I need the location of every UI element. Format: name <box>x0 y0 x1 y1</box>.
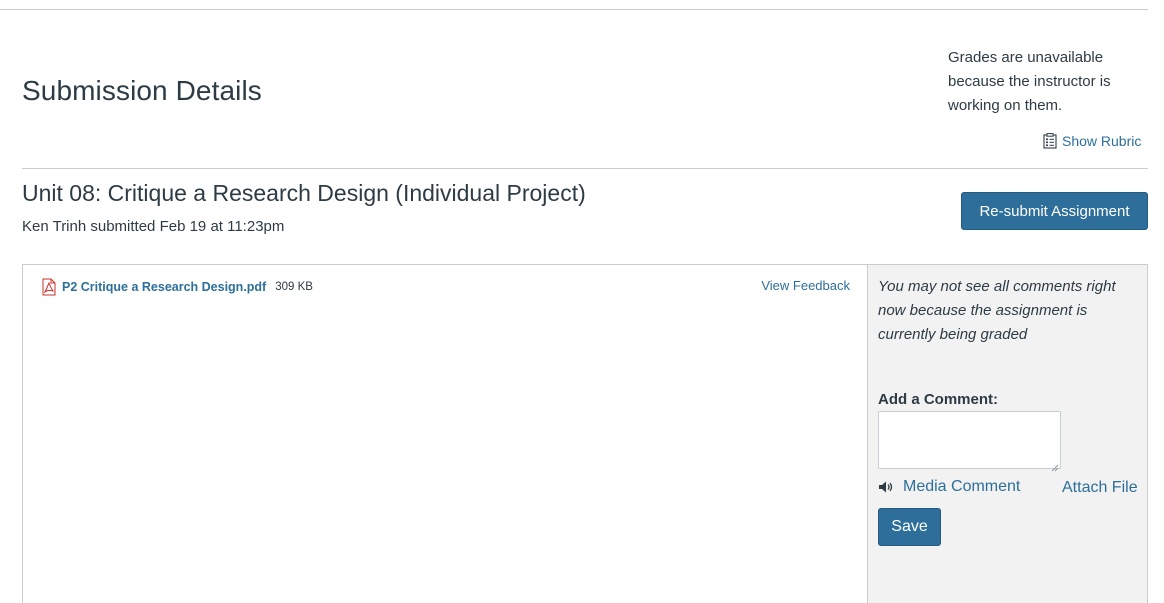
submission-info: Ken Trinh submitted Feb 19 at 11:23pm <box>22 218 285 235</box>
media-comment-label: Media Comment <box>903 478 1021 495</box>
resubmit-assignment-button[interactable]: Re-submit Assignment <box>961 192 1148 230</box>
pdf-file-icon <box>41 278 57 296</box>
save-comment-button[interactable]: Save <box>878 508 941 546</box>
textarea-resize-handle[interactable] <box>1051 459 1059 472</box>
attach-file-link[interactable]: Attach File <box>1062 479 1138 497</box>
page-title: Submission Details <box>22 75 262 106</box>
comment-textarea[interactable] <box>878 411 1061 469</box>
show-rubric-link[interactable]: Show Rubric <box>1043 133 1141 149</box>
view-feedback-link[interactable]: View Feedback <box>761 278 850 293</box>
media-comment-link[interactable]: Media Comment <box>878 478 1020 496</box>
comments-grading-note: You may not see all comments right now b… <box>878 278 1116 343</box>
grade-status-note: Grades are unavailable because the instr… <box>948 49 1111 114</box>
comment-panel: You may not see all comments right now b… <box>867 264 1148 603</box>
section-divider <box>22 168 1148 169</box>
show-rubric-label: Show Rubric <box>1062 133 1142 149</box>
file-size: 309 KB <box>275 281 313 293</box>
submitted-file-row: P2 Critique a Research Design.pdf 309 KB <box>41 278 313 296</box>
top-divider <box>0 9 1148 10</box>
add-comment-label: Add a Comment: <box>878 391 998 408</box>
speaker-icon <box>878 480 894 494</box>
rubric-icon <box>1043 133 1057 149</box>
assignment-title: Unit 08: Critique a Research Design (Ind… <box>22 180 586 206</box>
submitted-file-link[interactable]: P2 Critique a Research Design.pdf <box>62 280 266 294</box>
submission-panel: P2 Critique a Research Design.pdf 309 KB… <box>22 264 868 603</box>
